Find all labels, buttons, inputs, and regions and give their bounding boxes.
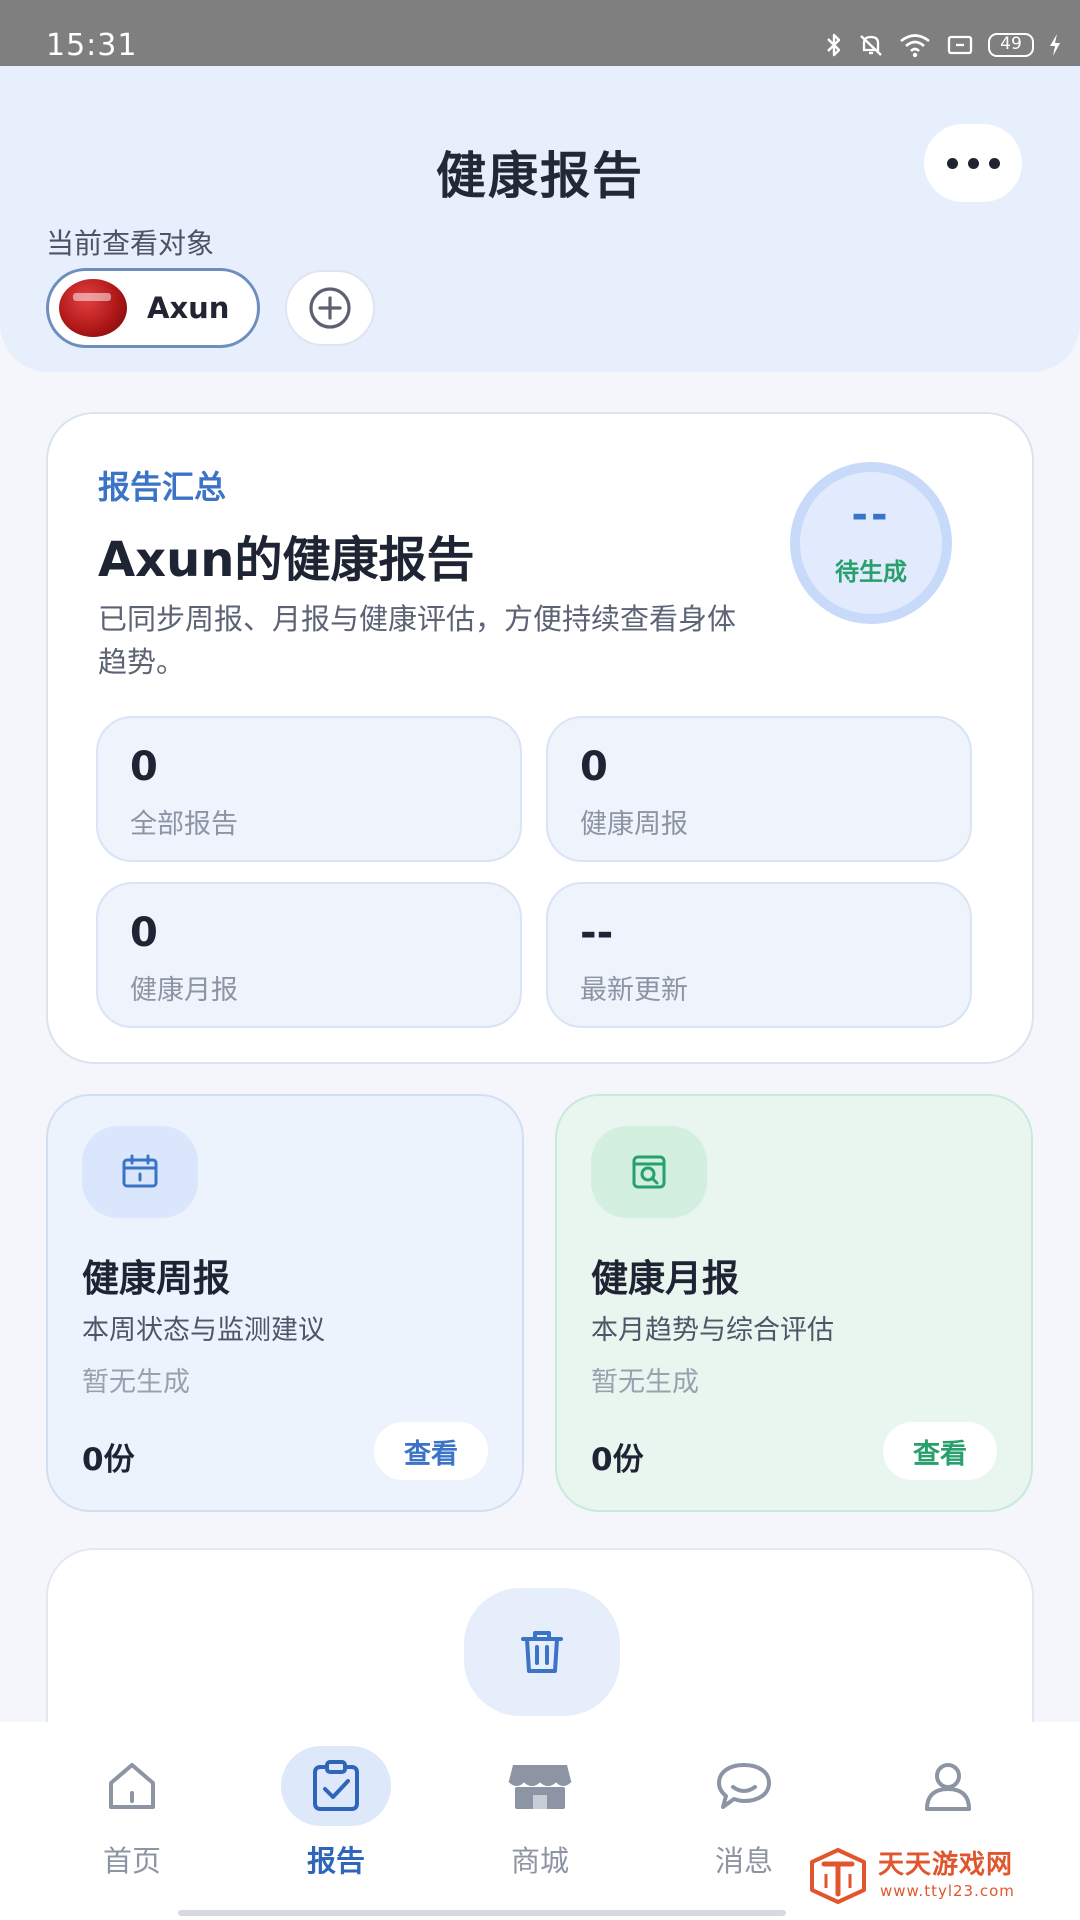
tab-icon-wrap — [485, 1746, 595, 1826]
monthly-report-card[interactable]: 健康月报 本月趋势与综合评估 暂无生成 0份 查看 — [555, 1094, 1033, 1512]
tab-home[interactable]: 首页 — [32, 1722, 232, 1902]
watermark: 天天游戏网 www.ttyl23.com — [808, 1842, 1068, 1908]
score-status: 待生成 — [835, 558, 907, 586]
stat-value: 0 — [130, 910, 158, 956]
profile-icon — [925, 1763, 971, 1811]
report-title: 健康月报 — [591, 1257, 739, 1300]
stat-tile-weekly[interactable]: 0 健康周报 — [546, 716, 972, 862]
report-subtitle: 本月趋势与综合评估 — [591, 1315, 834, 1346]
tab-icon-wrap — [689, 1746, 799, 1826]
report-title: 健康周报 — [82, 1257, 230, 1300]
dot-icon — [946, 157, 958, 169]
delete-button[interactable] — [464, 1588, 620, 1716]
report-count: 0份 — [591, 1442, 644, 1478]
report-status: 暂无生成 — [591, 1367, 699, 1398]
score-value: -- — [851, 492, 891, 538]
calendar-icon — [122, 1154, 158, 1188]
viewing-target-label: 当前查看对象 — [46, 227, 215, 260]
tab-store[interactable]: 商城 — [440, 1722, 640, 1902]
weekly-report-card[interactable]: 健康周报 本周状态与监测建议 暂无生成 0份 查看 — [46, 1094, 524, 1512]
view-weekly-button[interactable]: 查看 — [374, 1422, 488, 1480]
stat-tile-monthly[interactable]: 0 健康月报 — [96, 882, 522, 1028]
battery-indicator: 49 — [988, 33, 1034, 57]
message-icon — [717, 1763, 771, 1809]
report-subtitle: 本周状态与监测建议 — [82, 1315, 325, 1346]
search-document-icon — [632, 1155, 666, 1189]
report-icon — [313, 1760, 359, 1811]
charging-icon — [1050, 34, 1060, 56]
calendar-icon-box — [82, 1126, 198, 1218]
watermark-url: www.ttyl23.com — [880, 1882, 1015, 1900]
watermark-logo-icon — [810, 1848, 866, 1904]
add-profile-button[interactable] — [285, 270, 375, 346]
view-monthly-button[interactable]: 查看 — [883, 1422, 997, 1480]
report-summary-card: 报告汇总 Axun的健康报告 已同步周报、月报与健康评估，方便持续查看身体趋势。… — [46, 412, 1034, 1064]
stat-value: 0 — [130, 744, 158, 790]
status-bar: 15:31 49 — [0, 0, 1080, 66]
stat-label: 健康月报 — [130, 975, 238, 1006]
tab-icon-wrap — [77, 1746, 187, 1826]
search-doc-icon-box — [591, 1126, 707, 1218]
tab-icon-wrap — [893, 1746, 1003, 1826]
report-status: 暂无生成 — [82, 1367, 190, 1398]
score-ring: -- 待生成 — [790, 462, 952, 624]
home-indicator — [178, 1910, 786, 1916]
more-button[interactable] — [924, 124, 1022, 202]
tab-label: 商城 — [510, 1844, 569, 1878]
dot-icon — [988, 157, 1000, 169]
wifi-icon — [900, 34, 930, 58]
tab-label: 首页 — [102, 1844, 161, 1878]
stat-label: 最新更新 — [580, 975, 688, 1006]
status-icons: 49 — [824, 28, 1062, 62]
status-time: 15:31 — [46, 28, 138, 63]
home-icon — [109, 1763, 155, 1809]
report-count: 0份 — [82, 1442, 135, 1478]
stat-value: 0 — [580, 744, 608, 790]
stat-tile-latest-update[interactable]: -- 最新更新 — [546, 882, 972, 1028]
avatar — [59, 279, 127, 337]
store-icon — [508, 1765, 572, 1809]
tab-icon-wrap — [281, 1746, 391, 1826]
summary-title: Axun的健康报告 — [98, 532, 475, 588]
tab-label: 报告 — [306, 1844, 365, 1878]
card-icon — [947, 35, 973, 55]
plus-circle-icon — [309, 287, 351, 329]
mute-bell-icon — [860, 35, 882, 56]
page-title: 健康报告 — [436, 147, 644, 205]
stat-label: 健康周报 — [580, 809, 688, 840]
header: 健康报告 当前查看对象 Axun — [0, 66, 1080, 372]
summary-description: 已同步周报、月报与健康评估，方便持续查看身体趋势。 — [98, 602, 737, 679]
trash-icon — [521, 1631, 563, 1673]
stat-tile-all-reports[interactable]: 0 全部报告 — [96, 716, 522, 862]
stat-value: -- — [580, 910, 614, 956]
bluetooth-icon — [827, 33, 841, 57]
stat-label: 全部报告 — [130, 809, 238, 840]
summary-label: 报告汇总 — [98, 468, 227, 506]
watermark-text: 天天游戏网 — [878, 1850, 1014, 1880]
dot-icon — [967, 157, 979, 169]
profile-chip[interactable]: Axun — [46, 268, 260, 348]
tab-report[interactable]: 报告 — [236, 1722, 436, 1902]
profile-name: Axun — [147, 291, 230, 325]
